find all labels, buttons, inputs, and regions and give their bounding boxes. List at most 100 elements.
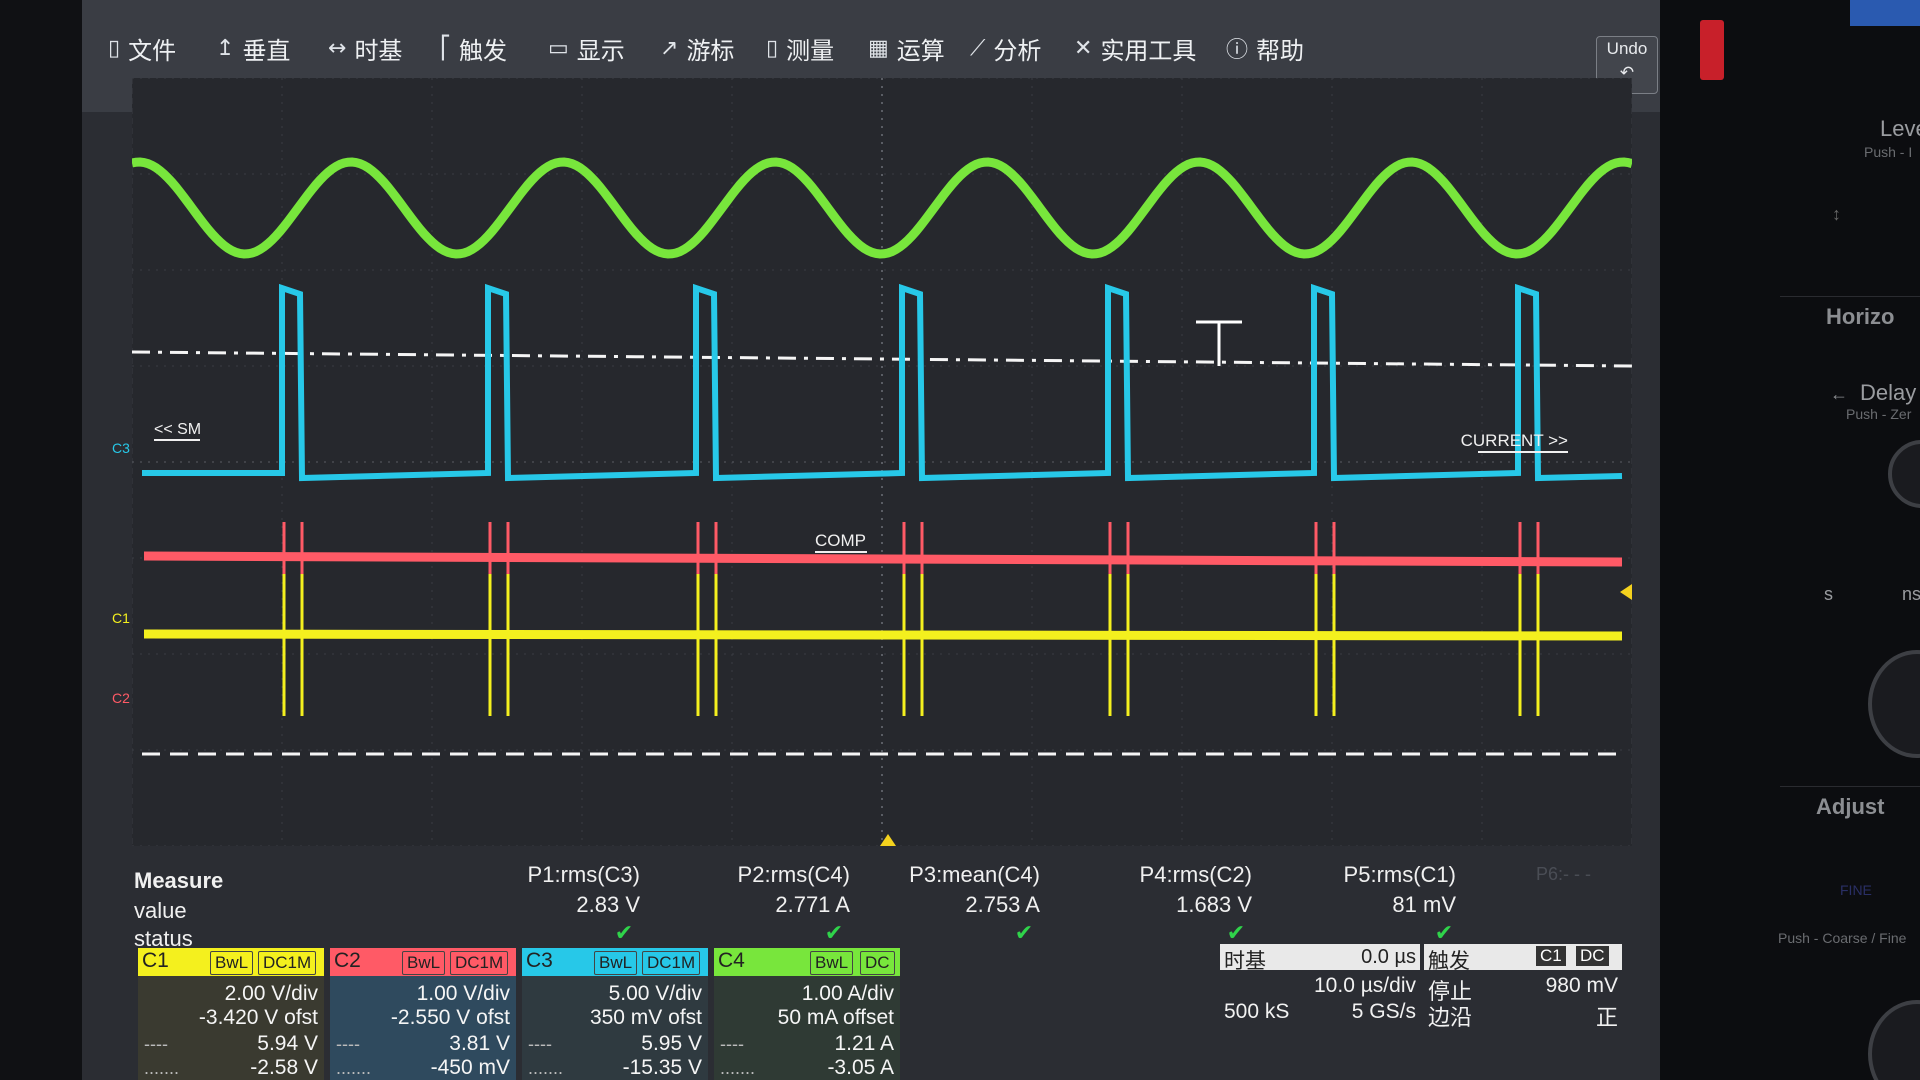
channel-c4-header: C4 BwL DC xyxy=(714,948,900,976)
channel-c3-bw: BwL xyxy=(594,951,638,975)
trigger-header: 触发 C1 DC xyxy=(1424,944,1622,973)
channel-c4-min-marker: ....... xyxy=(720,1058,756,1078)
measure-p4-name[interactable]: P4:rms(C2) xyxy=(1072,862,1252,888)
measure-p4-status: ✔ xyxy=(1226,920,1246,945)
menu-analysis[interactable]: ⟋ 分析 xyxy=(970,28,1041,68)
menu-help-label: 帮助 xyxy=(1256,36,1305,65)
measure-p5-name[interactable]: P5:rms(C1) xyxy=(1276,862,1456,888)
measure-p2-name[interactable]: P2:rms(C4) xyxy=(670,862,850,888)
trace-c1 xyxy=(143,629,1623,641)
menu-vertical[interactable]: ↥ 垂直 xyxy=(216,28,290,68)
menu-timebase[interactable]: ↔ 时基 xyxy=(328,28,402,68)
trace-c2 xyxy=(143,551,1623,567)
measure-p6-name[interactable]: P6:- - - xyxy=(1536,864,1591,885)
measure-p1-status: ✔ xyxy=(614,920,634,945)
channel-c1-vdiv: 2.00 V/div xyxy=(224,982,318,1005)
undo-label: Undo xyxy=(1606,39,1648,58)
menu-file[interactable]: ▯ 文件 xyxy=(108,28,176,68)
menu-cursors-label: 游标 xyxy=(686,36,735,65)
analysis-icon: ⟋ xyxy=(970,35,986,61)
menu-help[interactable]: ⓘ 帮助 xyxy=(1226,28,1304,68)
utilities-icon: ✕ xyxy=(1074,35,1093,61)
trigger-level: 980 mV xyxy=(1545,974,1618,997)
timebase-label: 时基 xyxy=(1224,950,1266,973)
blue-tag xyxy=(1850,0,1920,26)
vertical-icon: ↥ xyxy=(216,35,235,61)
timebase-tdiv: 10.0 µs/div xyxy=(1314,974,1416,997)
channel-c2-min: -450 mV xyxy=(430,1056,510,1079)
channel-marker-c3[interactable]: C3 xyxy=(112,440,130,456)
menu-display[interactable]: ▭ 显示 xyxy=(548,28,625,68)
horizontal-label: Horizo xyxy=(1826,304,1895,329)
channel-c2-min-marker: ....... xyxy=(336,1058,372,1078)
channel-box-c4[interactable]: C4 BwL DC 1.00 A/div 50 mA offset ---- 1… xyxy=(714,948,900,1080)
channel-c3-header: C3 BwL DC1M xyxy=(522,948,708,976)
scope-left-bezel xyxy=(0,0,82,1080)
channel-marker-c2[interactable]: C2 xyxy=(112,690,130,706)
measure-p5-status: ✔ xyxy=(1434,920,1454,945)
channel-box-c2[interactable]: C2 BwL DC1M 1.00 V/div -2.550 V ofst ---… xyxy=(330,948,516,1080)
waveform-display: << SM CURRENT >> COMP xyxy=(131,77,1634,847)
trigger-coupling: DC xyxy=(1576,946,1609,966)
fine-label: FINE xyxy=(1840,882,1872,898)
channel-c1-name: C1 xyxy=(142,949,169,972)
channel-c1-coupling: DC1M xyxy=(258,951,317,975)
panel-divider-2 xyxy=(1780,786,1920,787)
menu-math-label: 运算 xyxy=(896,36,945,65)
channel-c4-bw: BwL xyxy=(810,951,854,975)
channel-c2-vdiv: 1.00 V/div xyxy=(416,982,510,1005)
trigger-label: 触发 xyxy=(1428,950,1470,973)
channel-c1-max: 5.94 V xyxy=(257,1032,318,1055)
timebase-icon: ↔ xyxy=(328,35,347,61)
label-current: CURRENT >> xyxy=(1461,431,1568,450)
channel-c3-name: C3 xyxy=(526,949,553,972)
level-label: Leve xyxy=(1880,116,1920,141)
channel-c4-offset: 50 mA offset xyxy=(777,1006,894,1029)
channel-box-c3[interactable]: C3 BwL DC1M 5.00 V/div 350 mV ofst ---- … xyxy=(522,948,708,1080)
channel-c1-offset: -3.420 V ofst xyxy=(198,1006,318,1029)
display-icon: ▭ xyxy=(548,35,569,61)
channel-c4-max-marker: ---- xyxy=(720,1034,744,1054)
channel-c2-bw: BwL xyxy=(402,951,446,975)
measure-p3-name[interactable]: P3:mean(C4) xyxy=(860,862,1040,888)
channel-c2-coupling: DC1M xyxy=(450,951,509,975)
channel-c1-header: C1 BwL DC1M xyxy=(138,948,324,976)
channel-c3-max-marker: ---- xyxy=(528,1034,552,1054)
channel-marker-c1[interactable]: C1 xyxy=(112,610,130,626)
channel-c4-max: 1.21 A xyxy=(834,1032,894,1055)
channel-c4-coupling: DC xyxy=(860,951,895,975)
delay-arrow-icon: ← xyxy=(1830,384,1848,404)
menu-math[interactable]: ▦ 运算 xyxy=(868,28,945,68)
delay-knob[interactable] xyxy=(1888,440,1920,508)
menu-utilities[interactable]: ✕ 实用工具 xyxy=(1074,28,1196,68)
measure-p4-value: 1.683 V xyxy=(1176,892,1252,917)
timebase-trigger-box[interactable]: 时基 0.0 µs 10.0 µs/div 500 kS 5 GS/s 触发 C… xyxy=(1220,944,1622,1030)
channel-c3-max: 5.95 V xyxy=(641,1032,702,1055)
menu-measure-label: 测量 xyxy=(786,36,835,65)
timebase-s-label: s xyxy=(1824,584,1833,604)
timebase-ns-label: ns xyxy=(1902,584,1920,604)
label-comp: COMP xyxy=(815,531,866,550)
waveform-grid[interactable]: << SM CURRENT >> COMP xyxy=(131,77,1634,847)
menu-utilities-label: 实用工具 xyxy=(1100,36,1197,65)
adjust-knob[interactable] xyxy=(1868,1000,1920,1080)
channel-c2-header: C2 BwL DC1M xyxy=(330,948,516,976)
channel-c1-min-marker: ....... xyxy=(144,1058,180,1078)
timebase-rate: 5 GS/s xyxy=(1351,1000,1416,1023)
channel-c3-vdiv: 5.00 V/div xyxy=(608,982,702,1005)
menu-measure[interactable]: ▯ 测量 xyxy=(766,28,834,68)
channel-box-c1[interactable]: C1 BwL DC1M 2.00 V/div -3.420 V ofst ---… xyxy=(138,948,324,1080)
menu-trigger[interactable]: ⎡ 触发 xyxy=(440,28,507,68)
trigger-slope: 正 xyxy=(1595,1005,1618,1030)
timebase-knob[interactable] xyxy=(1868,650,1920,758)
measure-p1-name[interactable]: P1:rms(C3) xyxy=(460,862,640,888)
menu-cursors[interactable]: ↗ 游标 xyxy=(660,28,734,68)
measure-title: Measure xyxy=(134,868,224,893)
channel-c2-offset: -2.550 V ofst xyxy=(390,1006,510,1029)
timebase-header: 时基 0.0 µs xyxy=(1220,944,1420,973)
menu-trigger-label: 触发 xyxy=(459,36,507,65)
channel-c3-min: -15.35 V xyxy=(622,1056,702,1079)
channel-c1-max-marker: ---- xyxy=(144,1034,168,1054)
oscilloscope-screen: ▯ 文件 ↥ 垂直 ↔ 时基 ⎡ 触发 ▭ 显示 ↗ 游标 ▯ 测量 ▦ 运算 ⟋ 分析 ✕ 实用工… xyxy=(82,0,1660,1080)
menu-analysis-label: 分析 xyxy=(993,36,1042,65)
